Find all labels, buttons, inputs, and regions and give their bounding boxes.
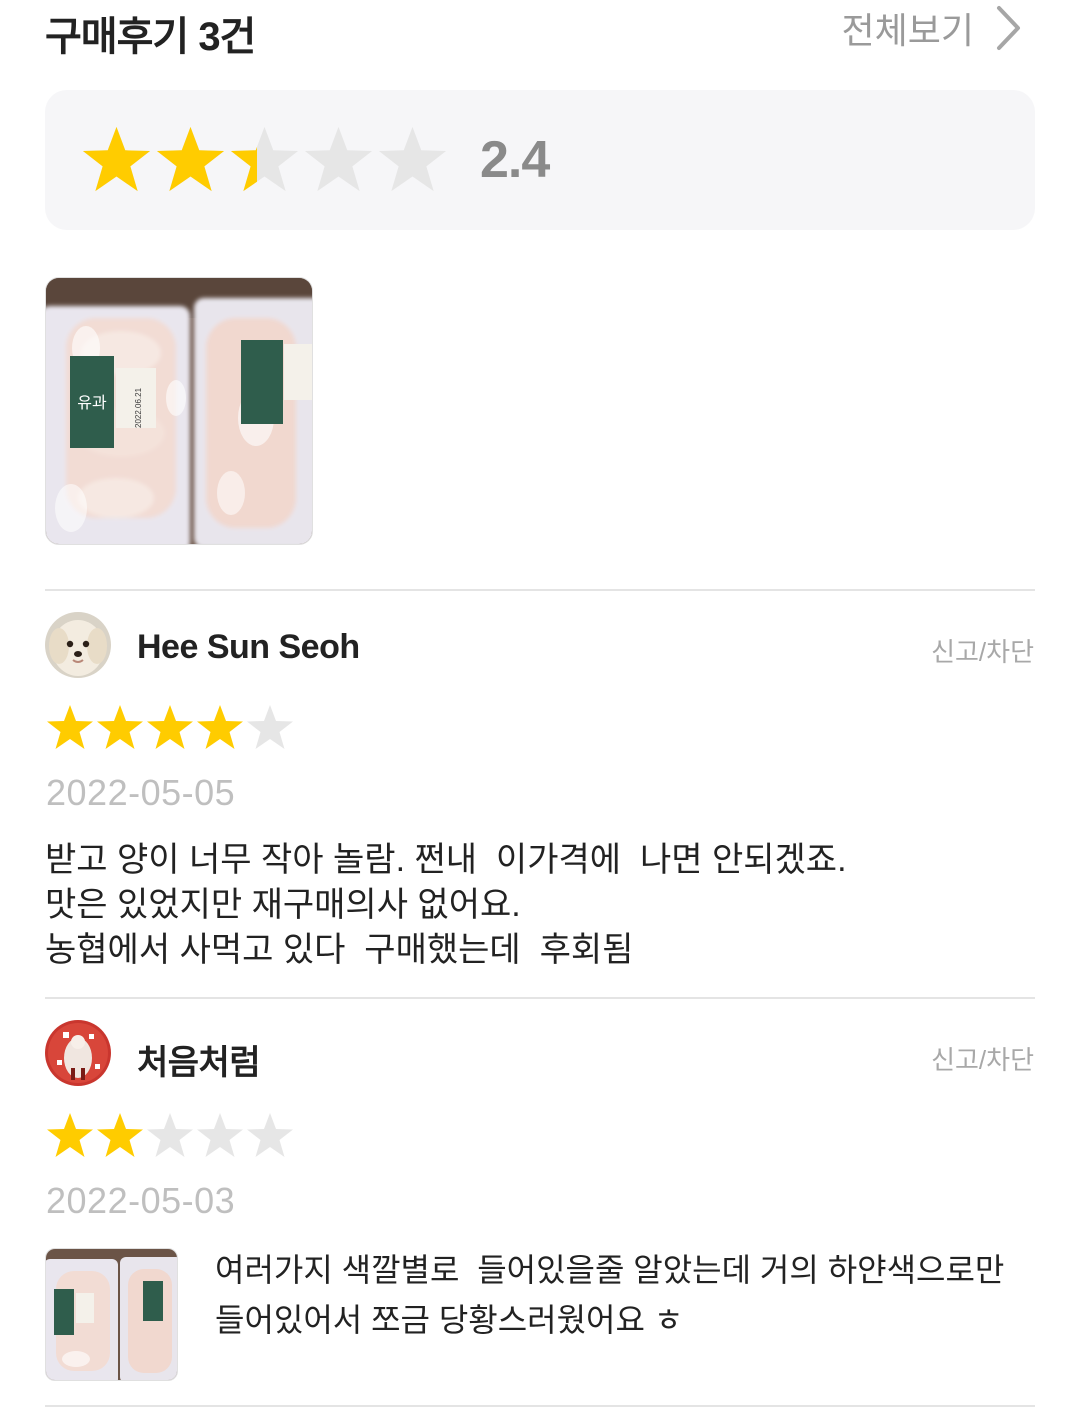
product-date-stamp: 2022.06.21	[134, 387, 143, 428]
review-text-line: 여러가지 색깔별로 들어있을줄 알았는데 거의 하얀색으로만	[215, 1252, 1005, 1288]
report-block-link[interactable]: 신고/차단	[931, 1040, 1034, 1077]
review-text-line: 받고 양이 너무 작아 놀람. 쩐내 이가격에 나면 안되겠죠.	[45, 841, 847, 879]
review-star-empty	[195, 1111, 245, 1161]
review-star-filled	[45, 703, 95, 753]
product-label-text: 유과	[77, 394, 107, 412]
rating-stars	[80, 124, 449, 197]
review-text-line: 농협에서 사먹고 있다 구매했는데 후회됨	[45, 931, 634, 969]
divider	[45, 589, 1035, 591]
review-star-filled	[95, 703, 145, 753]
divider	[45, 1405, 1035, 1407]
chevron-right-icon	[997, 6, 1020, 50]
review-star-filled	[195, 703, 245, 753]
product-photo[interactable]: 유과 2022.06.21	[45, 277, 313, 545]
review-star-empty	[145, 1111, 195, 1161]
dog-avatar-icon	[45, 612, 111, 678]
reviewer-name: Hee Sun Seoh	[137, 628, 360, 666]
review-text: 받고 양이 너무 작아 놀람. 쩐내 이가격에 나면 안되겠죠. 맛은 있었지만…	[45, 838, 847, 973]
review-star-filled	[45, 1111, 95, 1161]
view-all-link[interactable]: 전체보기	[842, 2, 1022, 54]
rating-star-filled	[154, 124, 227, 197]
divider	[45, 997, 1035, 999]
review-star-empty	[245, 1111, 295, 1161]
user-avatar[interactable]	[45, 1020, 111, 1086]
review-star-filled	[145, 703, 195, 753]
rating-star-filled	[80, 124, 153, 197]
review-text-line: 들어있어서 쪼금 당황스러웠어요 ㅎ	[215, 1302, 684, 1338]
reviewer-name: 처음처럼	[137, 1044, 261, 1082]
review-rating-stars	[45, 1111, 295, 1161]
rating-star-empty	[302, 124, 375, 197]
review-section: 구매후기 3건 전체보기 2.4 유과 2022.06.21 Hee Sun S…	[0, 0, 1080, 1416]
review-date: 2022-05-05	[46, 772, 236, 813]
view-all-label: 전체보기	[841, 10, 974, 51]
user-avatar[interactable]	[45, 612, 111, 678]
review-date: 2022-05-03	[46, 1180, 236, 1221]
review-text-line: 맛은 있었지만 재구매의사 없어요.	[45, 886, 521, 924]
review-count-title: 구매후기 3건	[45, 15, 256, 59]
review-star-empty	[245, 703, 295, 753]
review-photo-thumbnail[interactable]	[45, 1248, 178, 1381]
review-rating-stars	[45, 703, 295, 753]
report-block-link[interactable]: 신고/차단	[931, 632, 1034, 669]
rating-summary-panel: 2.4	[45, 90, 1035, 230]
review-text: 여러가지 색깔별로 들어있을줄 알았는데 거의 하얀색으로만 들어있어서 쪼금 …	[215, 1245, 1004, 1345]
product-photo-image: 유과 2022.06.21	[46, 278, 312, 544]
red-holiday-avatar-icon	[45, 1020, 111, 1086]
review-photo-image	[46, 1249, 177, 1380]
rating-star-empty	[376, 124, 449, 197]
average-rating-value: 2.4	[480, 131, 550, 189]
rating-star-partial	[228, 124, 301, 197]
review-star-filled	[95, 1111, 145, 1161]
